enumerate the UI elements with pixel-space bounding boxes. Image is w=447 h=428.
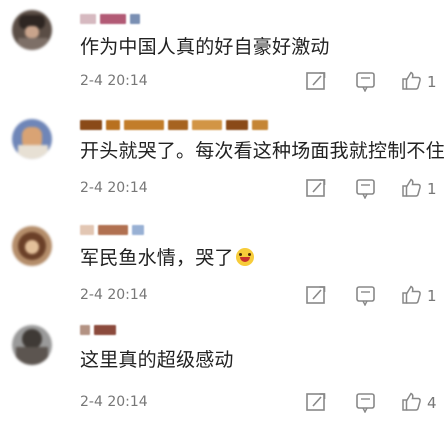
comment-text: 这里真的超级感动 bbox=[80, 349, 234, 371]
comment-time: 2-4 20:14 bbox=[80, 180, 148, 196]
comment-time: 2-4 20:14 bbox=[80, 394, 148, 410]
like-count: 1 bbox=[427, 287, 437, 305]
like-icon[interactable] bbox=[401, 284, 425, 308]
like-count: 1 bbox=[427, 180, 437, 198]
comment-item: 作为中国人真的好自豪好激动 2-4 20:14 1 bbox=[0, 0, 447, 107]
comment-text: 作为中国人真的好自豪好激动 bbox=[80, 36, 330, 58]
avatar[interactable] bbox=[12, 325, 52, 365]
avatar[interactable] bbox=[12, 119, 52, 159]
like-icon[interactable] bbox=[401, 70, 425, 94]
comment-item: 开头就哭了。每次看这种场面我就控制不住 2-4 20:14 1 bbox=[0, 107, 447, 214]
avatar[interactable] bbox=[12, 226, 52, 266]
comment-text: 军民鱼水情，哭了 bbox=[80, 246, 254, 270]
crying-emoji-icon bbox=[235, 248, 254, 266]
repost-icon[interactable] bbox=[305, 177, 329, 201]
username-redacted[interactable] bbox=[80, 115, 280, 130]
like-icon[interactable] bbox=[401, 177, 425, 201]
comment-icon[interactable] bbox=[355, 391, 379, 415]
repost-icon[interactable] bbox=[305, 70, 329, 94]
like-count: 1 bbox=[427, 73, 437, 91]
repost-icon[interactable] bbox=[305, 391, 329, 415]
comment-item: 这里真的超级感动 2-4 20:14 4 bbox=[0, 321, 447, 428]
like-icon[interactable] bbox=[401, 391, 425, 415]
comment-time: 2-4 20:14 bbox=[80, 73, 148, 89]
comment-item: 军民鱼水情，哭了 2-4 20:14 1 bbox=[0, 214, 447, 321]
like-count: 4 bbox=[427, 394, 437, 412]
username-redacted[interactable] bbox=[80, 320, 130, 335]
comment-icon[interactable] bbox=[355, 177, 379, 201]
comment-text-content: 军民鱼水情，哭了 bbox=[80, 247, 234, 269]
comment-text: 开头就哭了。每次看这种场面我就控制不住 bbox=[80, 140, 445, 162]
avatar[interactable] bbox=[12, 10, 52, 50]
repost-icon[interactable] bbox=[305, 284, 329, 308]
comment-icon[interactable] bbox=[355, 70, 379, 94]
username-redacted[interactable] bbox=[80, 220, 160, 235]
username-redacted[interactable] bbox=[80, 9, 148, 24]
comment-time: 2-4 20:14 bbox=[80, 287, 148, 303]
comment-icon[interactable] bbox=[355, 284, 379, 308]
